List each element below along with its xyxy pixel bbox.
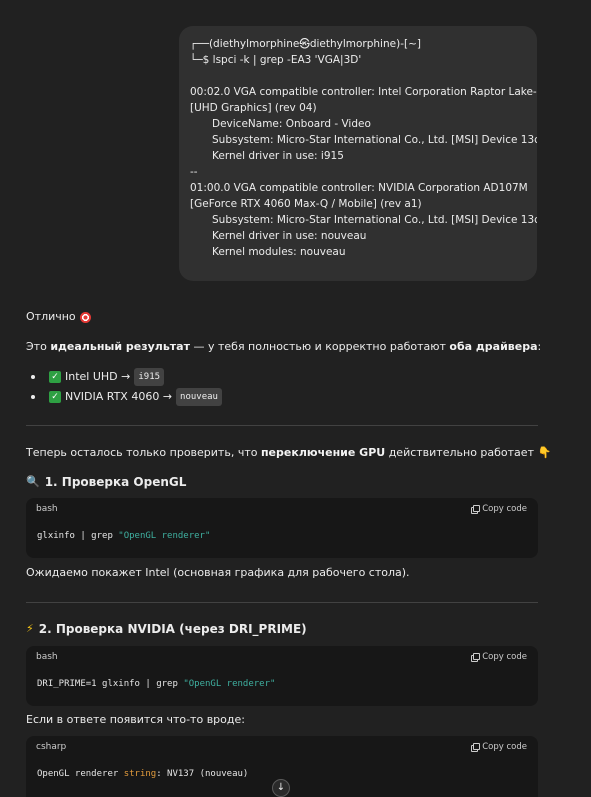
code-output-post: : NV137 (nouveau) xyxy=(156,769,249,779)
target-emoji-icon xyxy=(79,311,91,323)
divider xyxy=(26,425,538,426)
code-language-label: csharp xyxy=(36,742,67,752)
terminal-line: Subsystem: Micro-Star International Co.,… xyxy=(212,134,537,146)
code-block-header: bash Copy code xyxy=(26,646,538,668)
heading-nvidia-text: 2. Проверка NVIDIA (через DRI_PRIME) xyxy=(38,622,307,636)
terminal-line: Kernel driver in use: nouveau xyxy=(212,230,367,242)
copy-code-label: Copy code xyxy=(482,652,527,662)
code-content: DRI_PRIME=1 glxinfo | grep "OpenGL rende… xyxy=(26,668,538,692)
paragraph-result: Это идеальный результат — у тебя полност… xyxy=(26,339,541,355)
code-block-glxinfo: bash Copy code glxinfo | grep "OpenGL re… xyxy=(26,498,538,558)
result-text-mid: — у тебя полностью и корректно работают xyxy=(189,340,450,353)
expect-intel-text: Ожидаемо покажет Intel (основная графика… xyxy=(26,566,410,579)
terminal-line: ┌──(diethylmorphine㉿diethylmorphine)-[~] xyxy=(190,38,421,50)
copy-code-label: Copy code xyxy=(482,742,527,752)
paragraph-expect-intel: Ожидаемо покажет Intel (основная графика… xyxy=(26,565,410,581)
paragraph-next-step: Теперь осталось только проверить, что пе… xyxy=(26,445,551,461)
terminal-line: Subsystem: Micro-Star International Co.,… xyxy=(212,214,537,226)
code-string: "OpenGL renderer" xyxy=(118,531,211,541)
copy-code-button[interactable]: Copy code xyxy=(471,739,527,755)
copy-icon xyxy=(471,653,481,662)
magnifier-icon: 🔍 xyxy=(26,475,40,488)
inline-code: nouveau xyxy=(176,388,222,406)
code-command: DRI_PRIME=1 glxinfo | grep xyxy=(37,679,184,689)
bullet-text: NVIDIA RTX 4060 → xyxy=(65,390,173,403)
divider xyxy=(26,602,538,603)
copy-code-button[interactable]: Copy code xyxy=(471,501,527,517)
code-block-header: bash Copy code xyxy=(26,498,538,520)
paragraph-if-answer: Если в ответе появится что-то вроде: xyxy=(26,712,245,728)
heading-nvidia: ⚡ 2. Проверка NVIDIA (через DRI_PRIME) xyxy=(26,621,307,637)
terminal-line: -- xyxy=(190,166,198,178)
result-text-pre: Это xyxy=(26,340,51,353)
check-mark-icon: ✓ xyxy=(49,371,61,383)
bullet-dot xyxy=(31,375,35,379)
intro-text: Отлично xyxy=(26,310,76,323)
result-bold-1: идеальный результат xyxy=(50,340,190,353)
bullet-text: Intel UHD → xyxy=(65,370,131,383)
terminal-line: └─$ lspci -k | grep -EA3 'VGA|3D' xyxy=(190,54,362,66)
list-item: ✓ NVIDIA RTX 4060 → nouveau xyxy=(26,388,222,406)
code-content: glxinfo | grep "OpenGL renderer" xyxy=(26,520,538,544)
terminal-line: [UHD Graphics] (rev 04) xyxy=(190,102,317,114)
inline-code: i915 xyxy=(134,368,165,386)
code-block-dri-prime: bash Copy code DRI_PRIME=1 glxinfo | gre… xyxy=(26,646,538,706)
terminal-line: DeviceName: Onboard - Video xyxy=(212,118,371,130)
copy-code-label: Copy code xyxy=(482,504,527,514)
code-language-label: bash xyxy=(36,652,58,662)
heading-opengl: 🔍 1. Проверка OpenGL xyxy=(26,474,186,490)
terminal-line: [GeForce RTX 4060 Max-Q / Mobile] (rev a… xyxy=(190,198,422,210)
heading-opengl-text: 1. Проверка OpenGL xyxy=(44,475,187,489)
next-step-post: действительно работает xyxy=(385,446,534,459)
copy-icon xyxy=(471,743,481,752)
terminal-line: Kernel driver in use: i915 xyxy=(212,150,344,162)
copy-icon xyxy=(471,505,481,514)
next-step-pre: Теперь осталось только проверить, что xyxy=(26,446,261,459)
scroll-to-bottom-button[interactable]: ↓ xyxy=(272,779,290,797)
check-mark-icon: ✓ xyxy=(49,391,61,403)
pointing-down-icon: 👇 xyxy=(537,446,552,459)
result-text-post: : xyxy=(537,340,542,353)
code-block-header: csharp Copy code xyxy=(26,736,538,758)
paragraph-intro: Отлично xyxy=(26,309,91,325)
code-keyword: string xyxy=(123,769,157,779)
terminal-line: 00:02.0 VGA compatible controller: Intel… xyxy=(190,86,537,98)
if-answer-text: Если в ответе появится что-то вроде: xyxy=(26,713,245,726)
code-string: "OpenGL renderer" xyxy=(183,679,276,689)
terminal-line: 01:00.0 VGA compatible controller: NVIDI… xyxy=(190,182,528,194)
copy-code-button[interactable]: Copy code xyxy=(471,649,527,665)
list-item: ✓ Intel UHD → i915 xyxy=(26,368,165,386)
result-bold-2: оба драйвера xyxy=(449,340,538,353)
bullet-dot xyxy=(31,395,35,399)
next-step-bold: переключение GPU xyxy=(260,446,386,459)
code-language-label: bash xyxy=(36,504,58,514)
user-message-bubble: ┌──(diethylmorphine㉿diethylmorphine)-[~]… xyxy=(179,26,537,281)
terminal-line: Kernel modules: nouveau xyxy=(212,246,346,258)
code-command: glxinfo | grep xyxy=(37,531,119,541)
lightning-icon: ⚡ xyxy=(26,622,34,635)
code-output-pre: OpenGL renderer xyxy=(37,769,124,779)
